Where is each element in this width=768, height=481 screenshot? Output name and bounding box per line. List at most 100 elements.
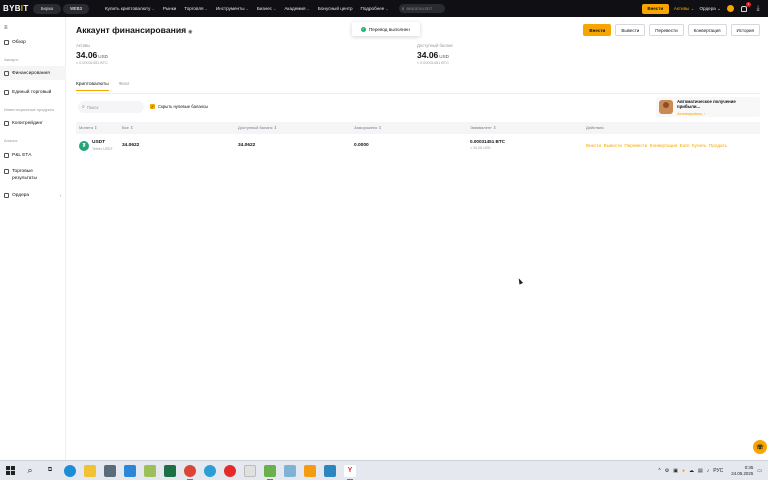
profile-avatar-icon[interactable]: [726, 5, 734, 13]
hide-zero-label: Скрыть нулевые балансы: [158, 104, 209, 109]
nav-item-business[interactable]: Бизнес ⌄: [253, 6, 280, 11]
row-deposit-link[interactable]: Внести: [586, 143, 601, 148]
tray-cloud-icon[interactable]: ☁: [689, 468, 694, 474]
deposit-button[interactable]: Внести: [583, 24, 612, 36]
headset-icon: ☏: [756, 444, 764, 451]
language-indicator[interactable]: РУС: [713, 468, 723, 474]
photos-app-icon[interactable]: [264, 464, 276, 480]
sidebar-item-pnl[interactable]: P&L ЕТА: [0, 148, 66, 162]
tab-fiat[interactable]: Фиат: [119, 82, 130, 91]
sidebar-item-orders[interactable]: Ордера ›: [0, 188, 66, 202]
chrome-browser-icon[interactable]: [184, 464, 196, 480]
column-frozen[interactable]: Заморожено ⇕: [354, 125, 382, 130]
windows-start-icon[interactable]: [4, 465, 16, 477]
nav-item-trade[interactable]: Торговля ⌄: [180, 6, 212, 11]
edge-browser-icon[interactable]: [64, 464, 76, 477]
asset-tabs: Криптовалюты Фиат: [76, 82, 130, 91]
chat-app-icon[interactable]: [124, 464, 136, 477]
sidebar-item-unified[interactable]: Единый торговый: [0, 85, 66, 99]
sidebar-item-funding[interactable]: Финансирования: [0, 66, 66, 80]
coin-search-input[interactable]: ⌕ Поиск: [78, 101, 144, 113]
available-btc-equivalent: ≈ 0.00031451 BTC: [417, 61, 449, 65]
sidebar-item-trade-results[interactable]: Торговые результаты: [0, 166, 66, 184]
column-available[interactable]: Доступный баланс ⇕: [238, 125, 277, 130]
tray-network-icon[interactable]: ▤: [698, 468, 703, 474]
download-icon[interactable]: ⤓: [754, 5, 762, 13]
sidebar-collapse-icon[interactable]: ≡: [4, 25, 8, 31]
tab-crypto[interactable]: Криптовалюты: [76, 82, 109, 91]
auto-earn-promo[interactable]: Автоматическое получение прибыли... Акти…: [656, 97, 760, 117]
available-value: 34.06USD: [417, 50, 449, 60]
excel-icon[interactable]: [164, 464, 176, 477]
row-earn-link[interactable]: Earn: [680, 143, 690, 148]
success-check-icon: ✓: [361, 26, 366, 32]
bybit-logo[interactable]: BYBIT: [3, 4, 29, 13]
paint-app-icon[interactable]: [144, 464, 156, 477]
transfer-button[interactable]: Перевести: [649, 24, 684, 36]
tray-volume-icon[interactable]: ♪: [707, 468, 710, 474]
tray-settings-icon[interactable]: ⚙: [665, 468, 669, 474]
assets-value: 34.06USD: [76, 50, 108, 60]
yandex-browser-icon[interactable]: [244, 464, 256, 477]
task-view-icon[interactable]: ⧉: [44, 465, 56, 477]
chevron-down-icon: ⌄: [272, 6, 277, 11]
row-transfer-link[interactable]: Перевести: [624, 143, 647, 148]
sidebar-section-invest: Инвестиционные продукты: [4, 107, 55, 112]
row-withdraw-link[interactable]: Вывести: [604, 143, 622, 148]
history-button[interactable]: История: [730, 24, 760, 36]
usdt-coin-icon: ₮: [79, 141, 89, 151]
promo-activate-link[interactable]: Активировать ›: [677, 111, 760, 116]
clock[interactable]: 0:35 24.05.2025: [731, 465, 753, 477]
unified-account-icon: [4, 89, 9, 95]
sidebar-section-analysis: Анализ: [4, 138, 18, 143]
row-buy-link[interactable]: Купить: [692, 143, 707, 148]
image-viewer-icon[interactable]: [324, 464, 336, 477]
yandex-icon[interactable]: [224, 464, 236, 477]
column-total[interactable]: Все ⇕: [122, 125, 133, 130]
sidebar-item-overview[interactable]: Обзор: [0, 35, 66, 49]
nav-right-group: Внести Активы ⌄ Ордера ⌄ 1 ⤓: [641, 0, 768, 17]
taskbar-search-icon[interactable]: ⌕: [24, 465, 36, 477]
telegram-icon[interactable]: [204, 464, 216, 477]
row-sell-link[interactable]: Продать: [709, 143, 727, 148]
toast-text: Перевод выполнен: [369, 26, 410, 32]
hide-zero-balances-checkbox[interactable]: ✓ Скрыть нулевые балансы: [150, 104, 208, 109]
nav-item-tools[interactable]: Инструменты ⌄: [212, 6, 253, 11]
copytrading-icon: [4, 120, 9, 126]
deposit-button-top[interactable]: Внести: [641, 3, 669, 14]
nav-item-academy[interactable]: Академия ⌄: [280, 6, 314, 11]
row-convert-link[interactable]: Конвертация: [650, 143, 677, 148]
notes-app-icon[interactable]: [284, 464, 296, 477]
yandex-app-icon[interactable]: Y: [344, 464, 356, 480]
media-app-icon[interactable]: [304, 464, 316, 477]
eye-icon[interactable]: ◉: [188, 29, 192, 35]
tray-app-icon[interactable]: ▣: [673, 468, 678, 474]
calculator-icon[interactable]: [104, 464, 116, 477]
tray-orange-icon[interactable]: ●: [682, 468, 685, 474]
nav-assets[interactable]: Активы ⌄: [674, 6, 695, 12]
nav-item-buy-crypto[interactable]: Купить криптовалюту ⌄: [101, 6, 159, 11]
notifications-icon[interactable]: ▭: [757, 468, 762, 474]
convert-button[interactable]: Конвертация: [687, 24, 727, 36]
nav-item-bonus-center[interactable]: Бонусный центр: [314, 6, 357, 11]
exchange-pill[interactable]: Биржа: [33, 3, 61, 14]
tray-chevron-icon[interactable]: ^: [658, 468, 660, 474]
available-balance: Доступный баланс 34.06USD ≈ 0.00031451 B…: [417, 43, 453, 65]
column-coin[interactable]: Монета ⇕: [79, 125, 97, 130]
withdraw-button[interactable]: Вывести: [615, 24, 646, 36]
web3-pill[interactable]: WEB3: [63, 3, 89, 14]
checkbox-checked-icon: ✓: [150, 104, 155, 109]
column-equivalent[interactable]: Эквивалент ⇕: [470, 125, 496, 130]
top-navigation-bar: BYBIT Биржа WEB3 Купить криптовалюту ⌄ Ры…: [0, 0, 768, 17]
assets-btc-equivalent: ≈ 0.00031451 BTC: [76, 61, 108, 65]
nav-item-more[interactable]: Подробнее ⌄: [357, 6, 393, 11]
row-actions: Внести Вывести Перевести Конвертация Ear…: [586, 143, 727, 148]
pnl-icon: [4, 152, 9, 158]
notification-bell-icon[interactable]: 1: [740, 1, 751, 13]
file-explorer-icon[interactable]: [84, 464, 96, 477]
support-chat-button[interactable]: ☏: [753, 440, 767, 454]
market-search-input[interactable]: ⌕ BINDEXUSDT: [398, 4, 445, 13]
sidebar-item-copytrading[interactable]: Копитрейдинг: [0, 116, 66, 130]
nav-item-markets[interactable]: Рынки: [159, 6, 180, 11]
nav-orders[interactable]: Ордера ⌄: [699, 6, 721, 12]
